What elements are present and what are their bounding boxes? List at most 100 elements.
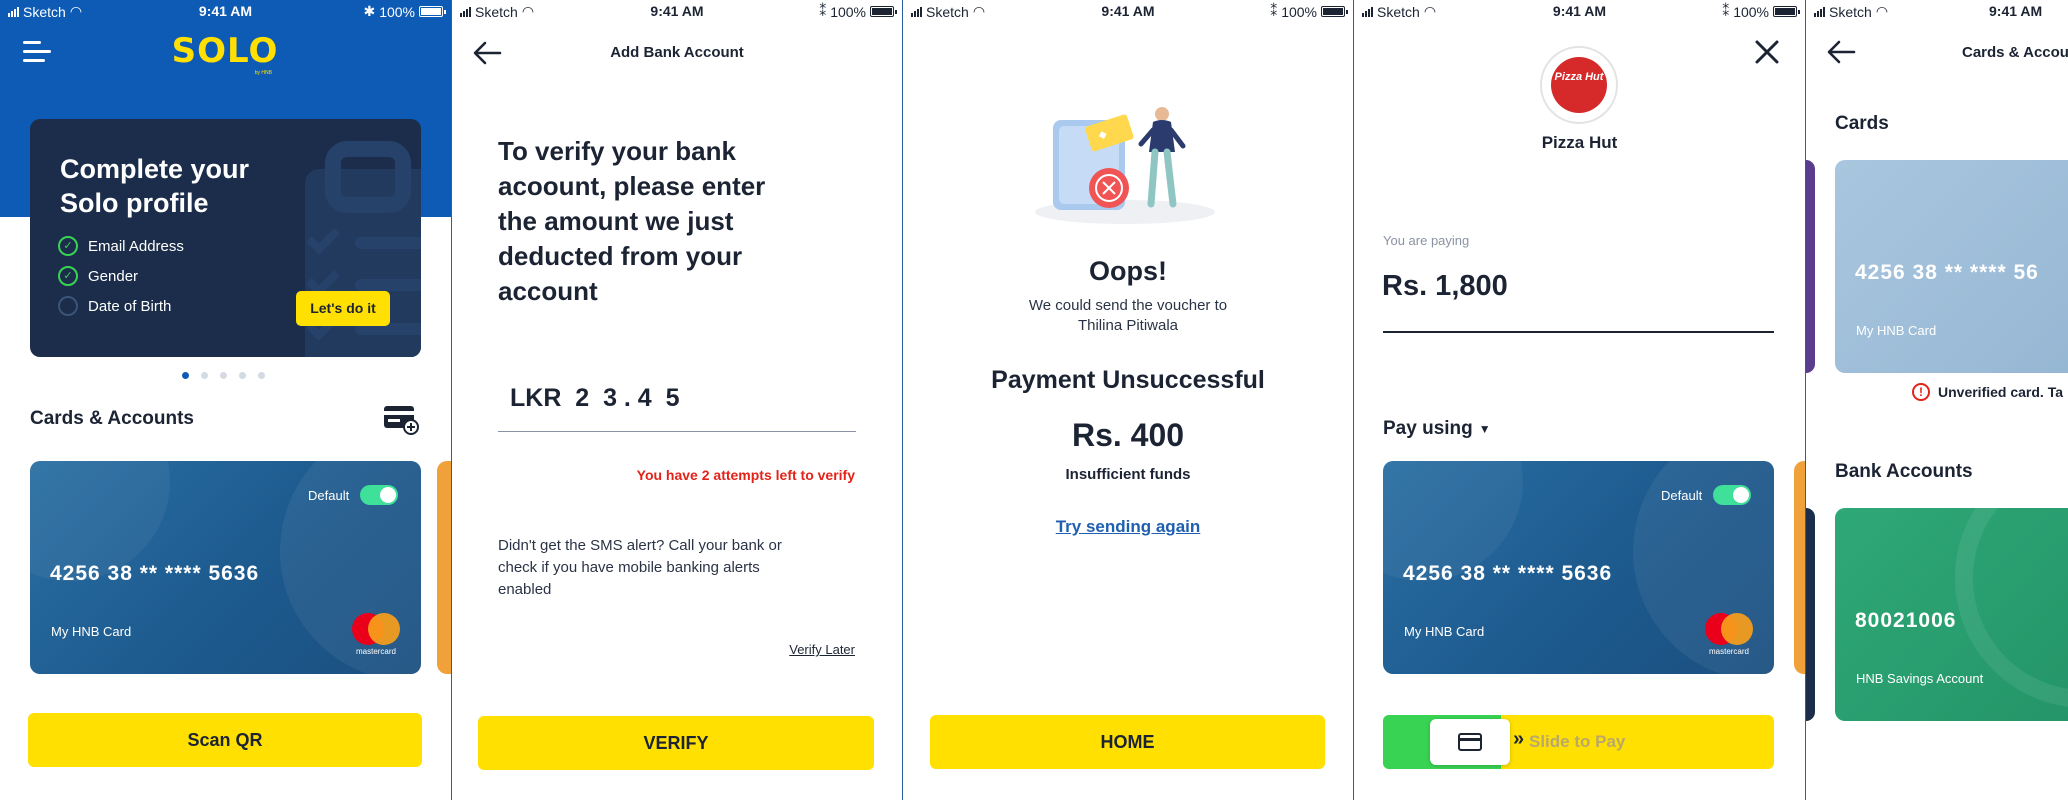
home-bank-card[interactable]: Default 4256 38 ** **** 5636 My HNB Card…	[30, 461, 421, 674]
payment-amount: Rs. 400	[1071, 417, 1185, 453]
card-number: 4256 38 ** **** 56	[1855, 261, 2039, 284]
default-toggle[interactable]	[360, 485, 398, 505]
amount-underline	[1383, 331, 1774, 333]
bluetooth-icon: ⁑	[1722, 3, 1730, 19]
card-icon	[1458, 733, 1482, 751]
card-number: 4256 38 ** **** 5636	[1403, 562, 1613, 585]
close-icon[interactable]	[1754, 39, 1780, 65]
failure-reason: Insufficient funds	[1065, 466, 1191, 483]
unverified-card[interactable]: 4256 38 ** **** 56 My HNB Card	[1835, 160, 2068, 373]
carousel-dots	[182, 372, 265, 379]
account-number: 80021006	[1855, 609, 1957, 632]
amount-input[interactable]: LKR 2 3 . 4 5	[510, 384, 680, 413]
payment-status-title: Payment Unsuccessful	[991, 366, 1265, 394]
profile-title: Complete your Solo profile	[60, 154, 250, 218]
caret-down-icon: ▼	[1478, 422, 1491, 436]
try-again-link[interactable]: Try sending again	[903, 517, 1353, 537]
merchant-logo: Pizza Hut	[1540, 46, 1618, 124]
check-circle-icon: ✓	[58, 266, 78, 286]
cards-accounts-screen: Sketch ◠ 9:41 AM Cards & Accou Cards 4256…	[1806, 0, 2068, 800]
carrier-label: Sketch	[1829, 3, 1872, 20]
mastercard-logo: mastercard	[1701, 613, 1757, 657]
oops-heading: Oops!	[1089, 256, 1167, 286]
default-toggle[interactable]	[1713, 485, 1751, 505]
battery-icon	[1773, 6, 1800, 17]
checklist-item: ✓ Email Address	[58, 231, 184, 261]
status-bar: Sketch ◠ 9:41 AM ✱ 100%	[0, 0, 451, 22]
attempts-warning: You have 2 attempts left to verify	[636, 467, 855, 483]
pay-bank-card[interactable]: Default 4256 38 ** **** 5636 My HNB Card…	[1383, 461, 1774, 674]
empty-circle-icon	[58, 296, 78, 316]
card-name: My HNB Card	[1404, 624, 1485, 639]
verify-screen: Sketch ◠ 9:41 AM ⁑ 100% Add Bank Account T…	[452, 0, 902, 800]
scan-qr-button[interactable]: Scan QR	[28, 713, 422, 767]
status-bar: Sketch ◠ 9:41 AM ⁑ 100%	[452, 0, 902, 22]
failure-message: We could send the voucher to Thilina Pit…	[1028, 297, 1228, 334]
battery-label: 100%	[379, 3, 415, 20]
chevron-right-icon: »	[1513, 728, 1525, 750]
carousel-dot[interactable]	[239, 372, 246, 379]
prev-card-peek[interactable]	[1806, 160, 1815, 373]
profile-checklist: ✓ Email Address ✓ Gender Date of Birth	[58, 231, 184, 321]
next-card-peek[interactable]	[437, 461, 451, 674]
payment-failed-screen: Sketch ◠ 9:41 AM ⁑ 100% Oops! We could sen…	[903, 0, 1353, 800]
bluetooth-icon: ⁑	[819, 3, 827, 19]
alert-icon: !	[1912, 383, 1930, 401]
back-arrow-icon[interactable]	[1826, 40, 1856, 64]
next-card-peek[interactable]	[1794, 461, 1805, 674]
merchant-name: Pizza Hut	[1541, 133, 1618, 152]
add-card-icon[interactable]	[382, 402, 420, 436]
bluetooth-icon: ✱	[363, 3, 376, 19]
home-button[interactable]: HOME	[930, 715, 1325, 769]
card-number: 4256 38 ** **** 5636	[50, 562, 260, 585]
verify-later-link[interactable]: Verify Later	[789, 642, 855, 657]
menu-icon[interactable]	[23, 41, 51, 63]
card-name: My HNB Card	[1856, 323, 1937, 338]
paying-label: You are paying	[1383, 233, 1470, 248]
check-circle-icon: ✓	[58, 236, 78, 256]
checklist-item: Date of Birth	[58, 291, 184, 321]
carousel-dot[interactable]	[258, 372, 265, 379]
status-bar: Sketch ◠ 9:41 AM ⁑ 100%	[903, 0, 1353, 22]
cards-accounts-title: Cards & Accounts	[30, 408, 194, 429]
battery-label: 100%	[830, 3, 866, 20]
carousel-dot[interactable]	[220, 372, 227, 379]
bluetooth-icon: ⁑	[1270, 3, 1278, 19]
solo-logo: SOLO by HNB	[171, 31, 279, 76]
status-bar: Sketch ◠ 9:41 AM ⁑ 100%	[1354, 0, 1805, 22]
carousel-dot-active[interactable]	[182, 372, 189, 379]
unverified-notice: ! Unverified card. Ta	[1912, 383, 2063, 401]
checklist-item: ✓ Gender	[58, 261, 184, 291]
battery-icon	[419, 6, 446, 17]
verify-button[interactable]: VERIFY	[478, 716, 874, 770]
card-name: My HNB Card	[51, 624, 132, 639]
account-name: HNB Savings Account	[1856, 671, 1984, 686]
status-time: 9:41 AM	[1989, 3, 2043, 19]
slide-to-pay[interactable]: » Slide to Pay	[1383, 715, 1774, 769]
carousel-dot[interactable]	[201, 372, 208, 379]
battery-icon	[870, 6, 897, 17]
slide-label: Slide to Pay	[1529, 732, 1626, 751]
bank-account-card[interactable]: 80021006 HNB Savings Account	[1835, 508, 2068, 721]
cards-section-title: Cards	[1835, 113, 1889, 134]
battery-icon	[1321, 6, 1348, 17]
payment-failed-illustration	[1035, 107, 1215, 224]
battery-label: 100%	[1281, 3, 1317, 20]
page-title: Add Bank Account	[610, 44, 744, 61]
verify-heading: To verify your bank acoount, please ente…	[498, 136, 766, 306]
sms-help-text: Didn't get the SMS alert? Call your bank…	[498, 537, 782, 598]
pay-using-dropdown[interactable]: Pay using ▼	[1383, 418, 1491, 440]
lets-do-it-button[interactable]: Let's do it	[296, 291, 390, 326]
page-title: Cards & Accou	[1962, 44, 2068, 61]
paying-amount: Rs. 1,800	[1382, 270, 1508, 302]
slide-handle[interactable]	[1430, 719, 1510, 765]
profile-card[interactable]: Complete your Solo profile ✓ Email Addre…	[30, 119, 421, 357]
status-bar: Sketch ◠ 9:41 AM	[1806, 0, 2068, 22]
home-screen: Sketch ◠ 9:41 AM ✱ 100% SOLO by HNB Comple…	[0, 0, 451, 800]
mastercard-logo: mastercard	[348, 613, 404, 657]
prev-account-peek[interactable]	[1806, 508, 1815, 721]
signal-icon	[1814, 6, 1825, 17]
default-label: Default	[1661, 488, 1703, 503]
bank-accounts-title: Bank Accounts	[1835, 461, 1973, 482]
amount-underline	[498, 431, 856, 432]
